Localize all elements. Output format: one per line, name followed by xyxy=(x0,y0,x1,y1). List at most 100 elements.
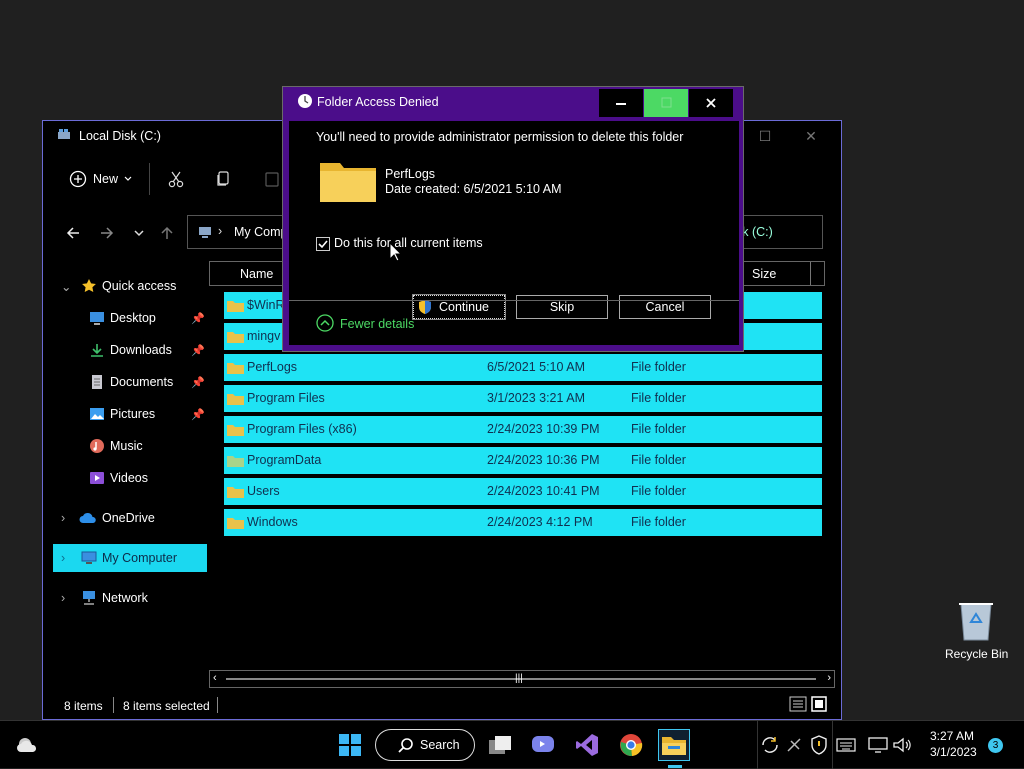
maximize-button[interactable] xyxy=(644,89,688,117)
selection-count: 8 items selected xyxy=(123,699,210,713)
horizontal-scrollbar[interactable]: ‹ ||| › xyxy=(209,670,835,688)
chevron-right-icon: › xyxy=(61,591,66,605)
start-icon[interactable] xyxy=(334,729,366,761)
fewer-details-link[interactable]: Fewer details xyxy=(340,317,414,331)
forward-arrow-icon[interactable] xyxy=(97,223,117,243)
window-title: Local Disk (C:) xyxy=(79,129,161,143)
dialog-body: You'll need to provide administrator per… xyxy=(289,121,739,345)
chrome-icon[interactable] xyxy=(615,729,647,761)
pin-icon: 📌 xyxy=(191,408,205,421)
clock-icon xyxy=(297,93,313,109)
sidebar-item-videos[interactable]: Videos xyxy=(53,465,207,491)
up-arrow-icon[interactable] xyxy=(157,223,177,243)
table-row[interactable]: Users 2/24/2023 10:41 PM File folder xyxy=(224,478,822,505)
pin-icon: 📌 xyxy=(191,344,205,357)
teams-chat-icon[interactable] xyxy=(527,729,559,761)
back-arrow-icon[interactable] xyxy=(63,223,83,243)
mouse-cursor-icon xyxy=(389,242,401,262)
status-bar: 8 items 8 items selected xyxy=(43,693,841,719)
sidebar-item-desktop[interactable]: Desktop 📌 xyxy=(53,305,207,331)
sidebar-item-documents[interactable]: Documents 📌 xyxy=(53,369,207,395)
navigation-pane: ⌄ Quick access Desktop 📌 Downloads 📌 Doc… xyxy=(43,261,209,681)
documents-icon xyxy=(89,374,105,390)
table-row[interactable]: Windows 2/24/2023 4:12 PM File folder xyxy=(224,509,822,536)
recycle-bin-icon xyxy=(957,598,995,642)
sidebar-item-quick-access[interactable]: ⌄ Quick access xyxy=(53,273,207,299)
table-row[interactable]: ProgramData 2/24/2023 10:36 PM File fold… xyxy=(224,447,822,474)
sidebar-item-my-computer[interactable]: › My Computer xyxy=(53,544,207,572)
new-button[interactable]: New xyxy=(69,165,132,193)
task-view-icon[interactable] xyxy=(484,729,516,761)
clock-time[interactable]: 3:27 AM xyxy=(930,729,974,743)
large-icons-view-icon[interactable] xyxy=(811,696,827,712)
folder-access-denied-dialog: Folder Access Denied You'll need to prov… xyxy=(282,86,744,352)
scroll-thumb-grip-icon: ||| xyxy=(515,673,523,684)
usb-device-icon[interactable] xyxy=(783,729,807,761)
desktop-icon xyxy=(89,310,105,326)
clock-date[interactable]: 3/1/2023 xyxy=(930,745,977,759)
details-view-icon[interactable] xyxy=(789,696,807,712)
notification-badge[interactable]: 3 xyxy=(988,738,1003,753)
sync-icon[interactable] xyxy=(758,729,782,761)
star-icon xyxy=(81,278,97,294)
maximize-button[interactable]: ☐ xyxy=(745,125,785,147)
chevron-up-circle-icon[interactable] xyxy=(316,314,334,332)
cloud-icon xyxy=(79,511,97,525)
recent-dropdown-icon[interactable] xyxy=(129,223,149,243)
column-name[interactable]: Name xyxy=(240,267,273,281)
large-folder-icon xyxy=(319,157,377,203)
weather-icon[interactable] xyxy=(12,729,44,761)
visual-studio-icon[interactable] xyxy=(571,729,603,761)
chevron-down-icon xyxy=(124,176,132,181)
table-row[interactable]: Program Files (x86) 2/24/2023 10:39 PM F… xyxy=(224,416,822,443)
minimize-button[interactable] xyxy=(599,89,643,117)
scroll-right-icon: › xyxy=(827,672,831,684)
folder-icon xyxy=(227,423,244,436)
apply-all-label[interactable]: Do this for all current items xyxy=(334,236,483,250)
taskbar: Search 3:27 AM 3/1/2023 3 xyxy=(0,720,1024,769)
table-row[interactable]: Program Files 3/1/2023 3:21 AM File fold… xyxy=(224,385,822,412)
paste-button[interactable] xyxy=(263,165,281,193)
close-button[interactable] xyxy=(689,89,733,117)
column-size[interactable]: Size xyxy=(752,267,776,281)
continue-button[interactable]: Continue xyxy=(412,294,506,320)
file-explorer-taskbar-icon[interactable] xyxy=(658,729,690,761)
display-icon[interactable] xyxy=(866,729,890,761)
plus-circle-icon xyxy=(69,170,87,188)
sidebar-item-downloads[interactable]: Downloads 📌 xyxy=(53,337,207,363)
scissors-icon xyxy=(168,171,184,188)
cancel-button[interactable]: Cancel xyxy=(619,295,711,319)
folder-icon xyxy=(227,299,244,312)
computer-small-icon xyxy=(198,225,212,239)
apply-all-checkbox[interactable] xyxy=(316,237,330,251)
security-shield-icon[interactable] xyxy=(807,729,831,761)
sidebar-item-music[interactable]: Music xyxy=(53,433,207,459)
folder-icon xyxy=(227,392,244,405)
chevron-right-icon: › xyxy=(61,551,66,565)
new-label: New xyxy=(93,172,119,186)
dialog-title: Folder Access Denied xyxy=(317,95,439,109)
volume-icon[interactable] xyxy=(890,729,914,761)
folder-name: PerfLogs xyxy=(385,167,436,181)
sidebar-item-onedrive[interactable]: › OneDrive xyxy=(53,505,207,531)
pin-icon: 📌 xyxy=(191,376,205,389)
search-button[interactable]: Search xyxy=(375,729,475,761)
download-icon xyxy=(89,342,105,358)
close-button[interactable]: ✕ xyxy=(791,125,831,147)
copy-button[interactable] xyxy=(215,165,233,193)
cut-button[interactable] xyxy=(167,165,185,193)
pin-icon: 📌 xyxy=(191,312,205,325)
sidebar-item-pictures[interactable]: Pictures 📌 xyxy=(53,401,207,427)
recycle-bin-label: Recycle Bin xyxy=(945,647,1009,661)
dialog-message: You'll need to provide administrator per… xyxy=(316,130,684,144)
folder-icon xyxy=(227,485,244,498)
breadcrumb-my-computer[interactable]: My Comp xyxy=(234,225,287,239)
skip-button[interactable]: Skip xyxy=(516,295,608,319)
search-icon xyxy=(398,738,413,753)
videos-icon xyxy=(89,470,105,486)
folder-date: Date created: 6/5/2021 5:10 AM xyxy=(385,182,562,196)
table-row[interactable]: PerfLogs 6/5/2021 5:10 AM File folder xyxy=(224,354,822,381)
scroll-left-icon: ‹ xyxy=(213,672,217,684)
sidebar-item-network[interactable]: › Network xyxy=(53,585,207,611)
keyboard-icon[interactable] xyxy=(834,729,858,761)
